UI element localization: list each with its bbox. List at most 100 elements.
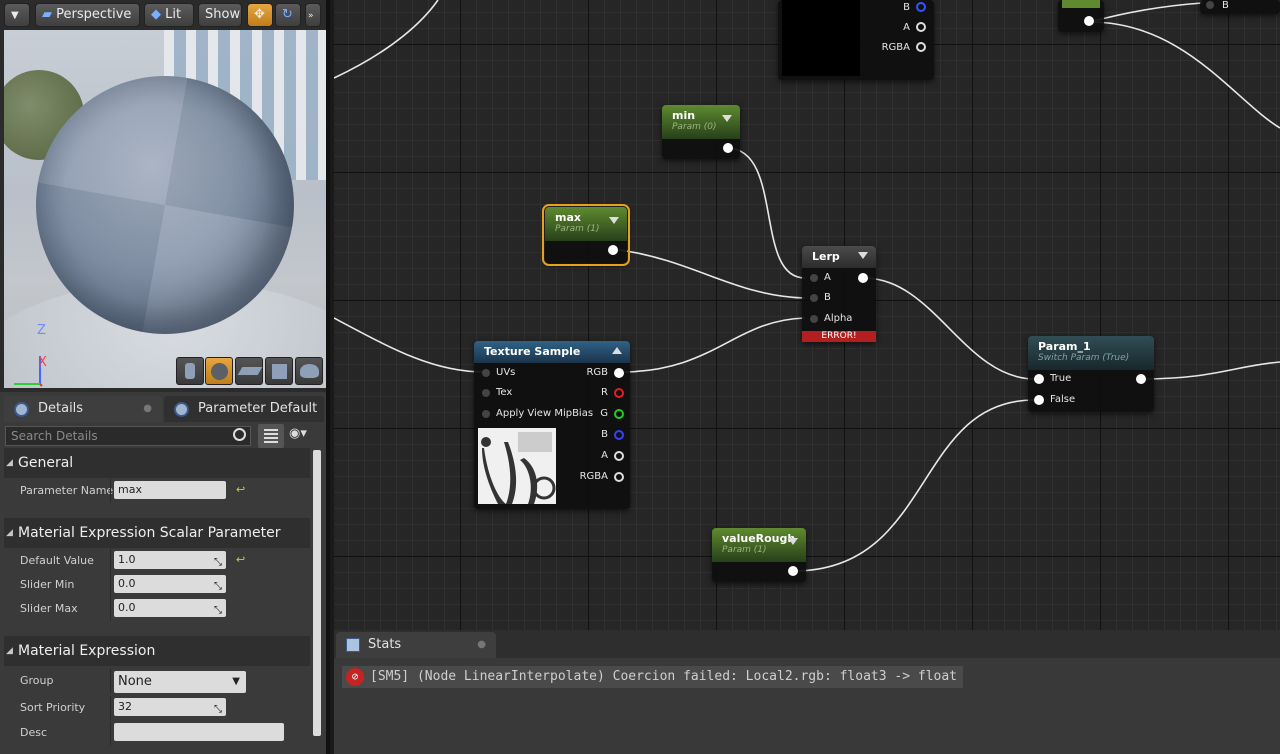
output-pin-rgba[interactable] (614, 472, 624, 482)
collapse-caret-icon[interactable] (722, 115, 732, 122)
input-pin-false[interactable] (1034, 395, 1044, 405)
cylinder-preview-button[interactable] (176, 357, 204, 385)
row-slider-min: Slider Min 0.0 ⤡ (4, 573, 310, 597)
input-pin-true[interactable] (1034, 374, 1044, 384)
details-scrollbar[interactable] (313, 450, 321, 736)
preview-scene[interactable]: Z X (4, 30, 326, 388)
parameter-name-label: Parameter Name (20, 484, 114, 497)
section-general-title: General (18, 455, 74, 471)
output-pin-rgb[interactable] (614, 368, 624, 378)
view-options-button[interactable] (258, 424, 284, 448)
pin-a[interactable] (916, 22, 926, 32)
teapot-icon (300, 364, 319, 378)
section-general[interactable]: General (4, 448, 310, 478)
close-icon[interactable]: ● (477, 632, 486, 658)
output-pin[interactable] (723, 143, 733, 153)
group-dropdown[interactable]: None ▼ (114, 671, 246, 693)
parameter-name-field[interactable]: max (114, 481, 226, 499)
collapse-caret-icon[interactable] (788, 538, 798, 545)
reset-arrow-icon[interactable]: ↩ (236, 483, 245, 496)
node-max[interactable]: max Param (1) (542, 204, 630, 266)
tab-details[interactable]: Details ● (4, 396, 162, 422)
pin-b[interactable] (916, 2, 926, 12)
viewport-menu-button[interactable]: ▼ (4, 3, 30, 27)
pin-label: A (903, 22, 910, 33)
row-desc: Desc (4, 721, 310, 745)
tab-parameter-default[interactable]: Parameter Default (164, 396, 324, 422)
input-pin-b[interactable] (810, 294, 818, 302)
tab-details-label: Details (38, 401, 84, 416)
visibility-button[interactable]: ◉▾ (289, 426, 325, 446)
close-icon[interactable]: ● (143, 396, 152, 422)
input-pin-tex[interactable] (482, 389, 490, 397)
input-pin-a[interactable] (810, 274, 818, 282)
output-pin[interactable] (608, 245, 618, 255)
slider-min-field[interactable]: 0.0 ⤡ (114, 575, 226, 593)
collapse-caret-icon[interactable] (609, 217, 619, 224)
input-pin-mipbias[interactable] (482, 410, 490, 418)
viewport-panel[interactable]: ▼ ▰ Perspective ◆ Lit Show ✥ ↻ » Z X (0, 0, 330, 392)
material-graph[interactable]: B A RGBA B min Param (0) max Param (1) L… (334, 0, 1280, 630)
node-valuerough[interactable]: valueRough Param (1) (712, 528, 806, 582)
column-divider (110, 721, 111, 745)
input-pin[interactable] (1206, 1, 1214, 9)
output-pin-a[interactable] (614, 451, 624, 461)
pin-label: Tex (496, 387, 513, 398)
show-button[interactable]: Show (198, 3, 242, 27)
output-pin-r[interactable] (614, 388, 624, 398)
output-pin[interactable] (1084, 16, 1094, 26)
desc-label: Desc (20, 726, 48, 739)
row-slider-max: Slider Max 0.0 ⤡ (4, 597, 310, 621)
cube-preview-button[interactable] (265, 357, 293, 385)
perspective-button[interactable]: ▰ Perspective (35, 3, 140, 27)
node-texture-sample[interactable]: Texture Sample UVs Tex Apply View MipBia… (474, 341, 630, 509)
realtime-toggle[interactable]: ✥ (247, 3, 273, 27)
error-message[interactable]: ⊘ [SM5] (Node LinearInterpolate) Coercio… (342, 666, 963, 688)
node-param-1[interactable]: Param_1 Switch Param (True) True False (1028, 336, 1154, 412)
slider-max-field[interactable]: 0.0 ⤡ (114, 599, 226, 617)
node-texture-preview-top[interactable]: B A RGBA (778, 0, 934, 80)
row-group: Group None ▼ (4, 669, 310, 695)
output-pin-g[interactable] (614, 409, 624, 419)
pin-label: False (1050, 394, 1076, 405)
node-lerp[interactable]: Lerp A B Alpha ERROR! (802, 246, 876, 342)
node-title: max (555, 211, 581, 224)
sort-priority-field[interactable]: 32 ⤡ (114, 698, 226, 716)
pin-label: A (601, 450, 608, 461)
more-button[interactable]: » (305, 3, 321, 27)
collapse-caret-icon[interactable] (612, 347, 622, 354)
section-material-expression[interactable]: Material Expression (4, 636, 310, 666)
pin-rgba[interactable] (916, 42, 926, 52)
pin-label: B (903, 2, 910, 13)
node-header: min Param (0) (662, 105, 740, 139)
pin-label: A (824, 272, 831, 283)
column-divider (110, 549, 111, 573)
tab-stats[interactable]: Stats ● (336, 632, 496, 658)
rotate-icon: ↻ (282, 7, 293, 22)
node-partial-right[interactable]: B (1200, 0, 1280, 14)
section-scalar-parameter[interactable]: Material Expression Scalar Parameter (4, 518, 310, 548)
pin-label: B (601, 429, 608, 440)
lit-button[interactable]: ◆ Lit (144, 3, 194, 27)
collapse-caret-icon[interactable] (858, 252, 868, 259)
desc-field[interactable] (114, 723, 284, 741)
sphere-preview-button[interactable] (205, 357, 233, 385)
output-pin[interactable] (858, 273, 868, 283)
node-partial-top[interactable] (1058, 0, 1104, 32)
rotate-button[interactable]: ↻ (275, 3, 301, 27)
group-label: Group (20, 674, 54, 687)
default-value-label: Default Value (20, 554, 94, 567)
output-pin[interactable] (788, 566, 798, 576)
search-input[interactable]: Search Details (5, 426, 251, 446)
default-value-field[interactable]: 1.0 ⤡ (114, 551, 226, 569)
input-pin-alpha[interactable] (810, 315, 818, 323)
output-pin[interactable] (1136, 374, 1146, 384)
output-pin-b[interactable] (614, 430, 624, 440)
show-label: Show (205, 7, 241, 22)
reset-arrow-icon[interactable]: ↩ (236, 553, 245, 566)
plane-preview-button[interactable] (235, 357, 263, 385)
input-pin-uvs[interactable] (482, 369, 490, 377)
teapot-preview-button[interactable] (295, 357, 323, 385)
error-icon: ⊘ (346, 668, 364, 686)
node-min[interactable]: min Param (0) (662, 105, 740, 159)
